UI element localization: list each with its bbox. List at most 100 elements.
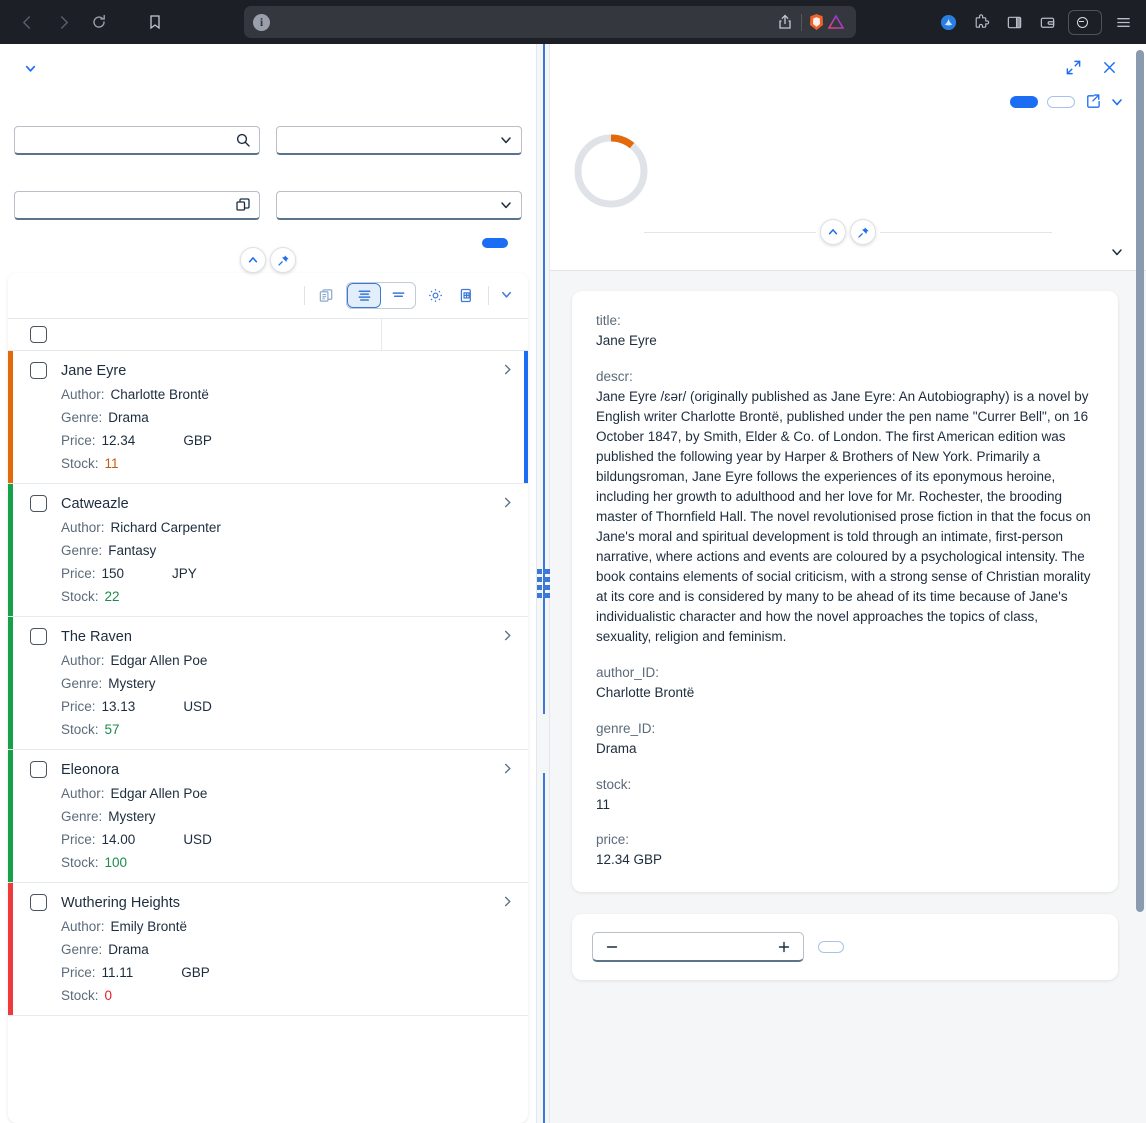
drag-grip-icon[interactable] [536,569,550,598]
chevron-down-icon[interactable] [496,288,516,304]
row-genre: Genre: Fantasy [61,543,528,558]
price-label: Price: [61,566,96,581]
bookmark-icon[interactable] [138,7,172,37]
price-value: 12.34 [101,433,136,448]
table-row[interactable]: Catweazle Author: Richard Carpenter Genre: F… [8,484,528,617]
vpn-status-icon [1077,16,1088,28]
price-value: 14.00 [101,832,136,847]
chevron-down-icon[interactable] [499,198,513,212]
edit-button[interactable] [1010,95,1038,108]
row-fields: Author: Edgar Allen Poe Genre: Mystery Price… [8,786,528,870]
back-button[interactable] [10,7,44,37]
hamburger-menu-icon[interactable] [1108,7,1138,37]
field-label: genre_ID: [596,720,656,736]
reload-button[interactable] [82,7,116,37]
editing-status-select[interactable] [276,126,522,155]
copy-icon[interactable] [312,281,341,310]
brave-wallet-icon[interactable] [933,7,963,37]
genre-input[interactable] [14,191,260,220]
compact-view-icon[interactable] [381,283,415,308]
list-view-icon[interactable] [347,283,381,308]
books-list: Jane Eyre Author: Charlotte Brontë Genre: Dr… [8,351,528,1123]
row-selection-indicator [524,351,528,483]
delete-button[interactable] [70,292,88,300]
search-label [14,102,260,121]
row-genre: Genre: Mystery [61,676,528,691]
pane-splitter[interactable] [536,44,550,1123]
plus-icon[interactable] [765,933,803,960]
brave-triangle-icon[interactable] [825,11,847,33]
row-status-accent [8,351,13,483]
field-label: title: [596,313,621,328]
pin-filter-button[interactable] [270,247,296,273]
share-icon[interactable] [1084,93,1101,110]
row-checkbox[interactable] [30,761,47,778]
export-spreadsheet-icon[interactable] [452,281,481,310]
price-value: 13.13 [101,699,136,714]
extensions-icon[interactable] [966,7,996,37]
minus-icon[interactable] [593,933,631,960]
author-value: Charlotte Brontë [110,387,209,402]
author-value: Edgar Allen Poe [110,786,208,801]
browser-nav-buttons [10,7,116,37]
price-label: Price: [61,965,96,980]
order-button[interactable] [818,941,844,954]
delete-button[interactable] [1047,95,1075,108]
vpn-button[interactable] [1068,9,1102,35]
select-all-checkbox[interactable] [30,326,47,343]
enter-fullscreen-icon[interactable] [1062,56,1084,78]
chevron-down-icon[interactable] [499,133,513,147]
genre-cell [14,167,260,220]
table-row[interactable]: Eleonora Author: Edgar Allen Poe Genre: Myst… [8,750,528,883]
object-page-header [550,44,1146,232]
author-cell [276,167,522,220]
create-button[interactable] [48,292,66,300]
search-icon[interactable] [235,132,251,148]
collapse-header-button[interactable] [820,219,846,245]
row-header: Eleonora [8,761,528,778]
author-select[interactable] [276,191,522,220]
currency-value: USD [183,699,212,714]
chevron-right-icon[interactable] [501,363,514,379]
pin-header-button[interactable] [850,219,876,245]
collapse-filter-button[interactable] [240,247,266,273]
brave-shield-icon[interactable] [807,13,825,31]
stock-label: Stock: [61,988,99,1003]
row-stock: Stock: 100 [61,855,528,870]
row-checkbox[interactable] [30,628,47,645]
row-checkbox[interactable] [30,894,47,911]
field-label: descr: [596,368,633,384]
chevron-down-icon[interactable] [1110,95,1124,109]
table-row[interactable]: Wuthering Heights Author: Emily Brontë Genr… [8,883,528,1016]
row-status-accent [8,617,13,749]
chevron-right-icon[interactable] [501,629,514,645]
site-info-icon[interactable]: i [253,13,270,31]
forward-button[interactable] [46,7,80,37]
chevron-right-icon[interactable] [501,762,514,778]
row-checkbox[interactable] [30,495,47,512]
search-input[interactable] [14,126,260,155]
chevron-right-icon[interactable] [501,496,514,512]
row-checkbox[interactable] [30,362,47,379]
chevron-down-icon[interactable] [1110,245,1124,270]
gear-icon[interactable] [421,281,450,310]
genre-value: Mystery [108,809,156,824]
table-row[interactable]: Jane Eyre Author: Charlotte Brontë Genre: Dr… [8,351,528,484]
chevron-down-icon[interactable] [24,62,37,78]
address-bar[interactable]: i [244,6,856,38]
wallet-icon[interactable] [1032,7,1062,37]
sidebar-toggle-icon[interactable] [999,7,1029,37]
row-price: Price: 11.11 GBP [61,965,528,980]
divider-line [644,231,816,233]
detail-field: author_ID: Charlotte Brontë [596,665,1094,703]
vertical-scrollbar[interactable] [1136,50,1144,912]
view-mode-toggle[interactable] [346,282,416,309]
close-icon[interactable] [1098,56,1120,78]
variant-selector[interactable] [14,44,522,78]
share-icon[interactable] [774,11,796,33]
value-help-icon[interactable] [235,197,251,213]
row-author: Author: Charlotte Brontë [61,387,528,402]
table-row[interactable]: The Raven Author: Edgar Allen Poe Genre: Mys… [8,617,528,750]
chevron-right-icon[interactable] [501,895,514,911]
quantity-stepper[interactable] [592,932,804,963]
